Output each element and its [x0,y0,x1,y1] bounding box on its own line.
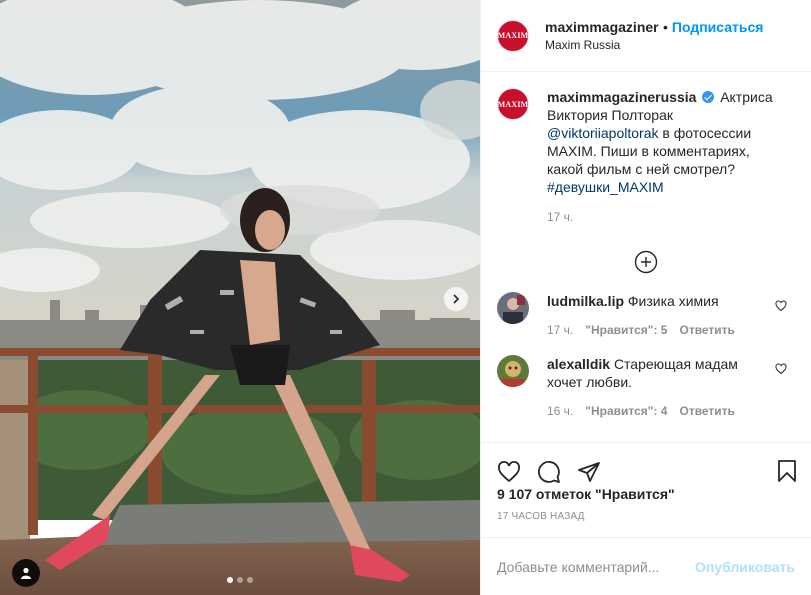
comments-list[interactable]: MAXIM maximmagazinerussia Актриса Виктор… [481,72,811,442]
bookmark-icon [778,460,796,482]
caption-mention-link[interactable]: @viktoriiapoltorak [547,125,658,141]
comment-item: ludmilka.lip Физика химия 17 ч. "Нравитс… [497,292,795,339]
caption-username[interactable]: maximmagazinerussia [547,89,696,105]
comment-username[interactable]: ludmilka.lip [547,293,624,309]
add-comment-bar: Опубликовать [481,537,811,595]
avatar-logo-text: MAXIM [497,31,529,40]
comment-input[interactable] [497,558,696,575]
comment-heart-icon[interactable] [775,363,787,375]
next-photo-button[interactable] [444,287,468,311]
post-sidebar: MAXIM maximmagazinerus • Подписаться Max… [480,0,811,595]
carousel-indicators [227,577,253,583]
post: MAXIM maximmagazinerus • Подписаться Max… [0,0,811,595]
photo-illustration [0,0,480,595]
like-button[interactable] [497,460,521,484]
comment-button[interactable] [537,460,561,484]
user-tag-icon [21,567,31,579]
comment-heart-icon[interactable] [775,300,787,312]
comment-time[interactable]: 16 ч. [547,402,573,420]
commenter-photo [497,355,529,387]
follow-button[interactable]: Подписаться [672,19,764,35]
publish-comment-button[interactable]: Опубликовать [695,559,795,575]
share-button[interactable] [577,460,601,484]
comment-icon [538,460,560,483]
carousel-dot-active [227,577,233,583]
carousel-dot [247,577,253,583]
post-photo[interactable] [0,0,480,595]
post-location[interactable]: Maxim Russia [545,38,805,52]
caption-time: 17 ч. [547,210,574,224]
comment-reply-button[interactable]: Ответить [679,402,734,420]
verified-badge-icon [702,91,715,103]
comment-likes[interactable]: "Нравится": 5 [585,321,667,339]
user-tags-button[interactable] [12,559,40,587]
load-more-comments[interactable] [497,250,795,274]
separator-dot: • [663,19,668,35]
post-age[interactable]: 17 ЧАСОВ НАЗАД [481,511,811,537]
caption-hashtag-link[interactable]: #девушки_MAXIM [547,179,664,195]
carousel-dot [237,577,243,583]
heart-icon [498,460,520,482]
chevron-right-icon [453,294,460,304]
commenter-avatar[interactable] [497,292,529,324]
post-header: MAXIM maximmagazinerus • Подписаться Max… [481,0,811,72]
comment-time[interactable]: 17 ч. [547,321,573,339]
author-avatar[interactable]: MAXIM [497,19,529,52]
comment-item: alexalldik Стареющая мадам хочет любви. … [497,355,795,420]
avatar-logo-text: MAXIM [497,99,529,109]
caption-author-avatar[interactable]: MAXIM [497,88,529,120]
commenter-avatar[interactable] [497,355,529,387]
comment-username[interactable]: alexalldik [547,356,610,372]
comment-text: Физика химия [627,293,719,309]
post-caption: MAXIM maximmagazinerussia Актриса Виктор… [497,88,795,226]
plus-circle-icon[interactable] [634,250,658,274]
commenter-photo [497,292,529,324]
comment-reply-button[interactable]: Ответить [679,321,734,339]
save-button[interactable] [775,459,799,486]
share-icon [578,461,600,482]
author-username[interactable]: maximmagazinerus [545,19,659,35]
post-actions [481,442,811,500]
comment-likes[interactable]: "Нравится": 4 [585,402,667,420]
